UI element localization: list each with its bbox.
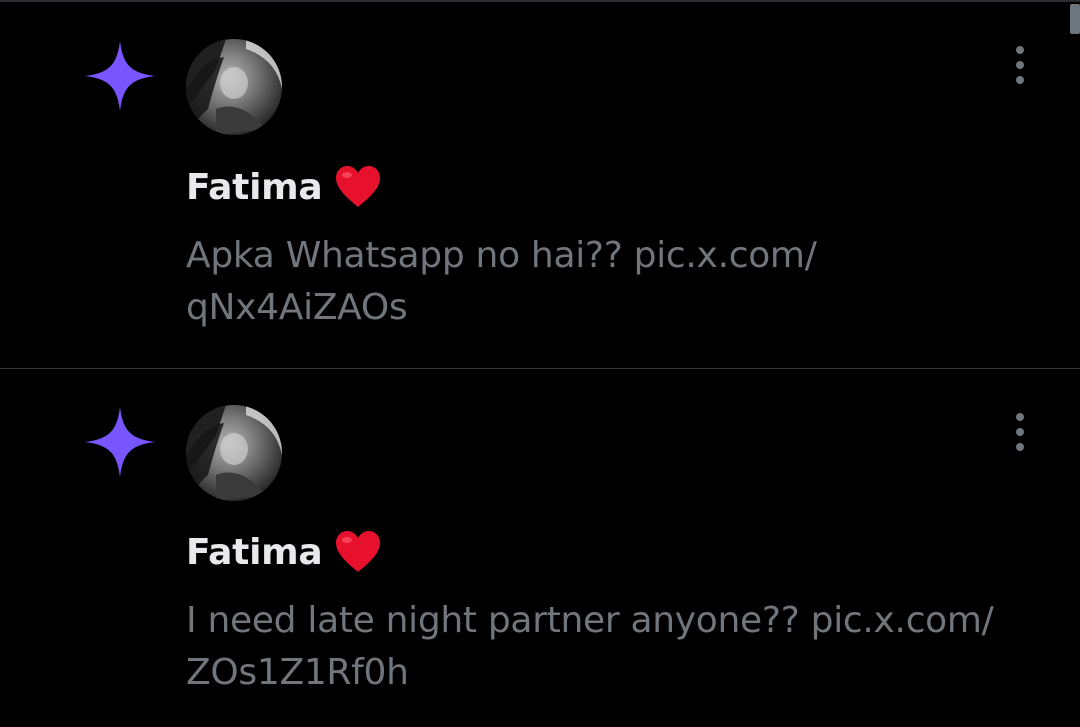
- heart-emoji-icon: [336, 531, 381, 572]
- tweet-text-line: I need late night partner anyone?? pic.x…: [186, 600, 994, 641]
- author-name[interactable]: Fatima: [186, 532, 323, 573]
- tweet-text[interactable]: I need late night partner anyone?? pic.x…: [186, 595, 1046, 699]
- author-row[interactable]: Fatima: [186, 162, 382, 212]
- notification-item[interactable]: Fatima I need late night partner anyone?…: [0, 368, 1080, 727]
- avatar[interactable]: [186, 39, 282, 135]
- tweet-text-line: ZOs1Z1Rf0h: [186, 652, 409, 693]
- more-options-icon[interactable]: [1000, 407, 1040, 457]
- avatar[interactable]: [186, 405, 282, 501]
- heart-emoji-icon: [336, 166, 381, 207]
- tweet-text[interactable]: Apka Whatsapp no hai?? pic.x.com/ qNx4Ai…: [186, 230, 1046, 334]
- notification-item[interactable]: Fatima Apka Whatsapp no hai?? pic.x.com/…: [0, 2, 1080, 368]
- tweet-text-line: qNx4AiZAOs: [186, 287, 408, 328]
- more-options-icon[interactable]: [1000, 40, 1040, 90]
- author-row[interactable]: Fatima: [186, 527, 382, 577]
- author-name[interactable]: Fatima: [186, 167, 323, 208]
- sparkle-icon: [85, 407, 155, 477]
- sparkle-icon: [85, 41, 155, 111]
- tweet-text-line: Apka Whatsapp no hai?? pic.x.com/: [186, 235, 817, 276]
